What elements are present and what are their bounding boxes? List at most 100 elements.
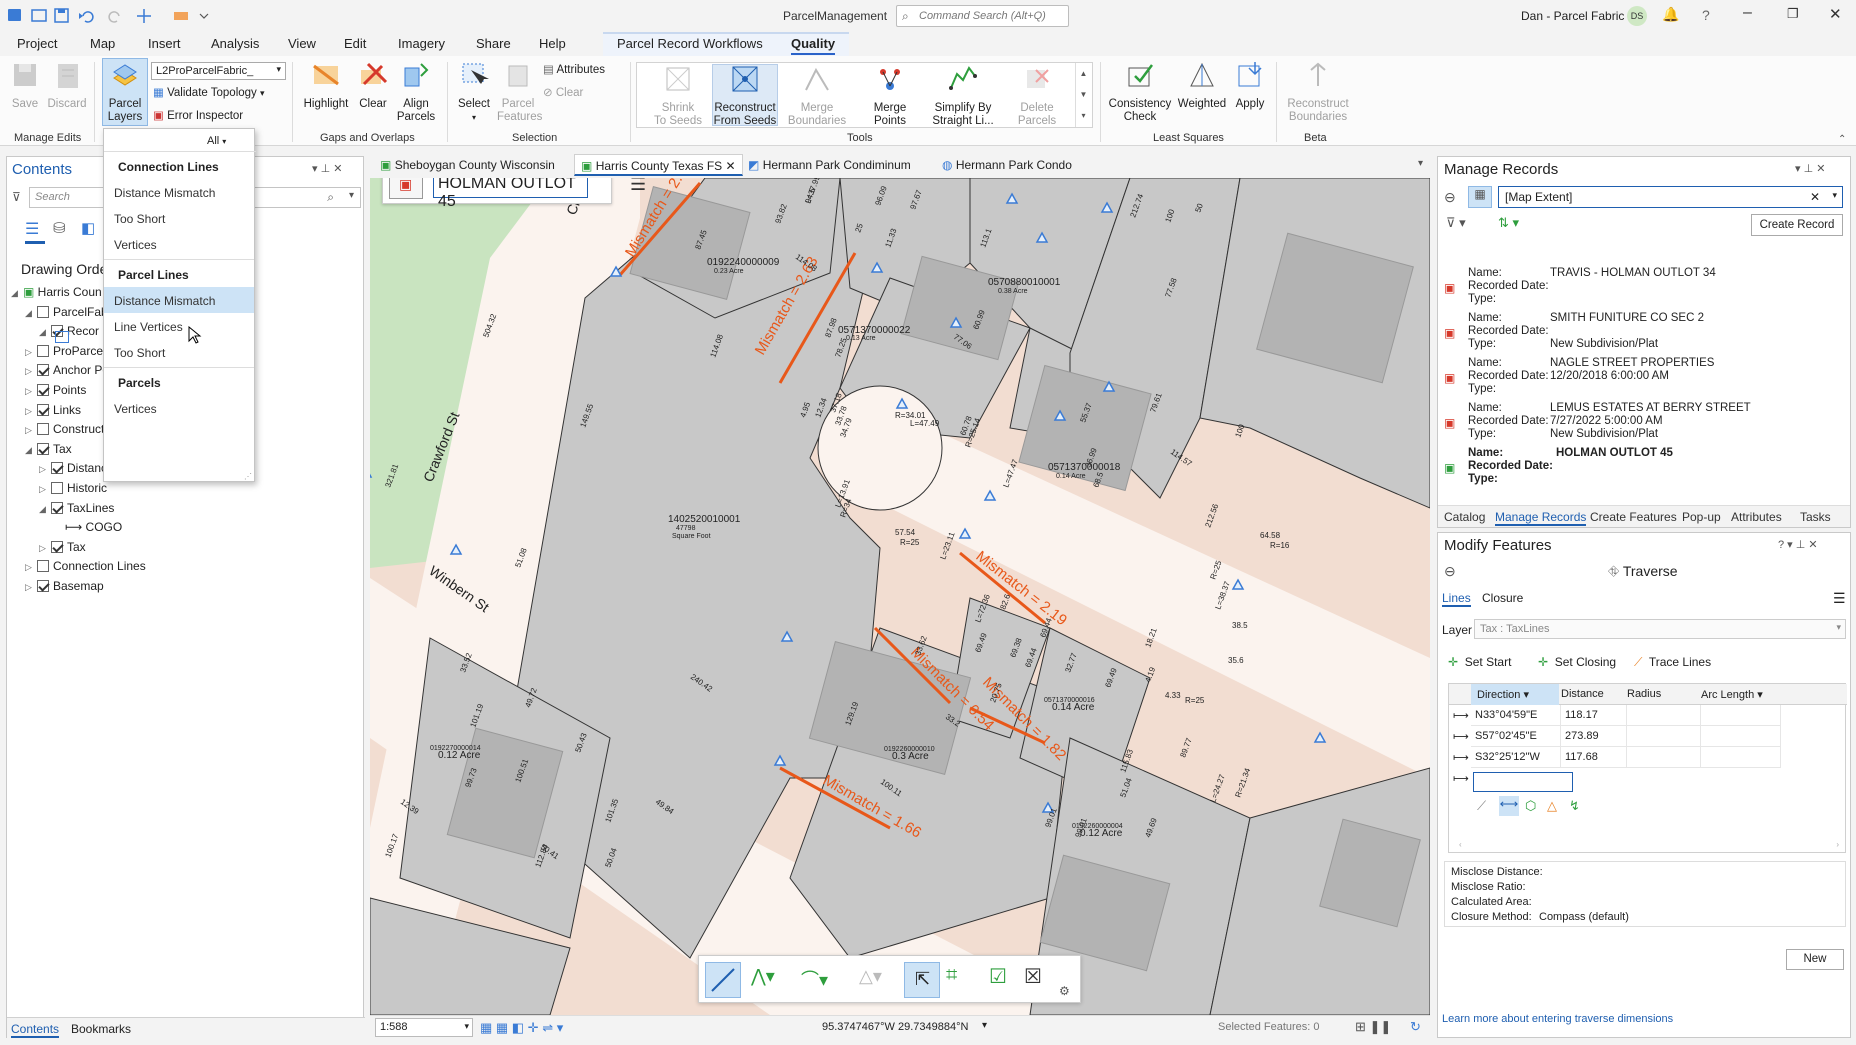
layer-checkbox[interactable] bbox=[51, 501, 63, 514]
validate-topology-button[interactable]: ▦ Validate Topology ▾ bbox=[153, 85, 265, 99]
tab-analysis[interactable]: Analysis bbox=[211, 36, 259, 51]
pause-icon[interactable]: ⊞ ❚❚ bbox=[1355, 1019, 1391, 1035]
tab-bookmarks[interactable]: Bookmarks bbox=[71, 1022, 131, 1036]
restore-icon[interactable]: ❐ bbox=[1787, 6, 1799, 22]
menu-icon[interactable]: ☰ bbox=[1833, 590, 1846, 607]
expand-icon[interactable]: ▷ bbox=[39, 543, 49, 554]
col-radius[interactable]: Radius bbox=[1627, 688, 1661, 700]
grid-cell[interactable] bbox=[1627, 726, 1701, 747]
close-tab-icon[interactable]: ✕ bbox=[726, 159, 736, 173]
grid-cell[interactable]: S57°02'45"E bbox=[1471, 726, 1561, 747]
layer-checkbox[interactable] bbox=[37, 442, 49, 455]
selection-view-icon[interactable]: ◧ bbox=[81, 219, 95, 237]
col-distance[interactable]: Distance bbox=[1561, 688, 1604, 700]
new-direction-input[interactable] bbox=[1473, 772, 1573, 792]
record-item[interactable]: ▣ Name: TRAVIS - HOLMAN OUTLOT 34 Recorded … bbox=[1438, 267, 1778, 312]
layer-checkbox[interactable] bbox=[51, 482, 63, 494]
simplify-button[interactable]: Simplify By Straight Li... bbox=[928, 64, 998, 128]
dropdown-item[interactable]: Distance Mismatch bbox=[104, 287, 254, 313]
record-item[interactable]: ▣ Name: LEMUS ESTATES AT BERRY STREET Recor… bbox=[1438, 402, 1778, 447]
grid-cell[interactable] bbox=[1701, 726, 1781, 747]
filter-icon[interactable]: ⊽ ▾ bbox=[1446, 215, 1466, 231]
shape-tool-icon[interactable]: △▾ bbox=[859, 966, 882, 987]
grid-view-icon[interactable]: ▦ bbox=[1468, 186, 1492, 208]
notification-icon[interactable]: 🔔 bbox=[1662, 6, 1679, 23]
grid-cell[interactable]: S32°25'12"W bbox=[1471, 747, 1561, 768]
shape-icon[interactable]: △ bbox=[1547, 798, 1557, 814]
grid-cell[interactable] bbox=[1701, 747, 1781, 768]
grid-cell[interactable]: 273.89 bbox=[1561, 726, 1627, 747]
tab-contents[interactable]: Contents bbox=[11, 1022, 60, 1038]
tab-edit[interactable]: Edit bbox=[344, 36, 366, 51]
cancel-icon[interactable]: ☒ bbox=[1024, 964, 1042, 989]
align-parcels-button[interactable]: Align Parcels bbox=[394, 60, 438, 124]
expand-icon[interactable]: ▷ bbox=[25, 386, 35, 397]
weighted-button[interactable]: Weighted bbox=[1176, 60, 1228, 111]
layer-checkbox[interactable] bbox=[37, 384, 49, 396]
layer-checkbox[interactable] bbox=[51, 462, 63, 475]
attributes-button[interactable]: ▤ Attributes bbox=[543, 62, 605, 76]
tab-lines[interactable]: Lines bbox=[1442, 591, 1471, 607]
tab-share[interactable]: Share bbox=[476, 36, 511, 51]
dropdown-item[interactable]: Too Short bbox=[104, 205, 254, 231]
layer-row[interactable]: ▷ ProParcelF bbox=[25, 344, 113, 364]
back-icon[interactable]: ⊖ bbox=[1444, 189, 1456, 206]
layer-checkbox[interactable] bbox=[37, 403, 49, 416]
layer-checkbox[interactable] bbox=[37, 344, 49, 357]
coords-dropdown-icon[interactable]: ▾ bbox=[982, 1020, 987, 1031]
tab-imagery[interactable]: Imagery bbox=[398, 36, 445, 51]
reconstruct-boundaries-button[interactable]: Reconstruct Boundaries bbox=[1284, 60, 1352, 124]
layer-checkbox[interactable] bbox=[37, 423, 49, 436]
learn-more-link[interactable]: Learn more about entering traverse dimen… bbox=[1442, 1013, 1673, 1025]
expand-icon[interactable]: ◢ bbox=[39, 327, 49, 338]
user-name[interactable]: Dan - Parcel Fabric bbox=[1521, 9, 1624, 23]
select-tool-button[interactable]: ⇱ bbox=[904, 962, 940, 998]
layer-row[interactable]: ⟼ COGO bbox=[53, 520, 122, 540]
command-search[interactable]: ⌕ Command Search (Alt+Q) bbox=[896, 5, 1069, 27]
dropdown-item[interactable]: Vertices bbox=[104, 231, 254, 257]
back-icon[interactable]: ⊖ bbox=[1444, 563, 1456, 580]
tab-closure[interactable]: Closure bbox=[1482, 591, 1523, 605]
data-source-icon[interactable]: ⛁ bbox=[53, 219, 66, 237]
dropdown-filter[interactable]: All ▾ bbox=[207, 135, 226, 147]
arc-tool-icon[interactable]: ⌒▾ bbox=[801, 966, 828, 992]
layer-row[interactable]: ▷ Anchor Po bbox=[25, 363, 109, 383]
grid-cell[interactable]: 117.68 bbox=[1561, 747, 1627, 768]
layer-checkbox[interactable] bbox=[37, 580, 49, 592]
discard-button[interactable]: Discard bbox=[46, 60, 88, 111]
minimize-icon[interactable]: – bbox=[1743, 4, 1752, 22]
tab-attributes[interactable]: Attributes bbox=[1731, 510, 1782, 524]
layer-row[interactable]: ◢ ▣ Harris Coun bbox=[11, 285, 102, 305]
dropdown-item[interactable]: Line Vertices bbox=[104, 313, 254, 339]
expand-icon[interactable]: ◢ bbox=[25, 445, 35, 456]
curve-icon[interactable]: ↯ bbox=[1569, 798, 1580, 814]
distance-segment-icon[interactable]: ⟷ bbox=[1499, 796, 1519, 816]
filter-icon[interactable]: ⊽ bbox=[12, 190, 21, 204]
tab-map[interactable]: Map bbox=[90, 36, 115, 51]
pane-options-icon[interactable]: ▾ ⊥ ✕ bbox=[1795, 162, 1825, 175]
vertex-tool-icon[interactable]: ⌗ bbox=[946, 964, 957, 987]
avatar[interactable]: DS bbox=[1627, 6, 1647, 26]
polyline-tool-icon[interactable]: ⋀▾ bbox=[751, 966, 775, 987]
trace-lines-button[interactable]: ⟋ Trace Lines bbox=[1634, 655, 1711, 670]
expand-icon[interactable]: ▷ bbox=[25, 347, 35, 358]
line-tool-button[interactable] bbox=[705, 962, 741, 998]
grid-cell[interactable]: N33°04'59"E bbox=[1471, 705, 1561, 726]
dropdown-item[interactable]: Distance Mismatch bbox=[104, 179, 254, 205]
expand-icon[interactable]: ▷ bbox=[25, 406, 35, 417]
expand-icon[interactable]: ▷ bbox=[25, 582, 35, 593]
clear-button[interactable]: Clear bbox=[356, 60, 390, 111]
layer-row[interactable]: ◢ Recor bbox=[39, 324, 99, 344]
resize-grip-icon[interactable]: ⋰ bbox=[244, 472, 252, 481]
record-item[interactable]: ▣ Name: HOLMAN OUTLOT 45 Recorded Date: Type… bbox=[1438, 447, 1778, 492]
layer-row[interactable]: ▷ Basemap bbox=[25, 579, 104, 599]
record-item[interactable]: ▣ Name: NAGLE STREET PROPERTIES Recorded Da… bbox=[1438, 357, 1778, 402]
tabs-overflow-icon[interactable]: ▾ bbox=[1418, 158, 1423, 169]
expand-icon[interactable]: ◢ bbox=[39, 504, 49, 515]
drawing-order-icon[interactable]: ☰ bbox=[25, 219, 39, 239]
tab-create-features[interactable]: Create Features bbox=[1590, 510, 1677, 524]
layer-checkbox[interactable] bbox=[37, 305, 49, 318]
refresh-icon[interactable]: ↻ bbox=[1410, 1019, 1421, 1035]
expand-icon[interactable]: ▷ bbox=[25, 425, 35, 436]
layer-checkbox[interactable] bbox=[37, 560, 49, 573]
